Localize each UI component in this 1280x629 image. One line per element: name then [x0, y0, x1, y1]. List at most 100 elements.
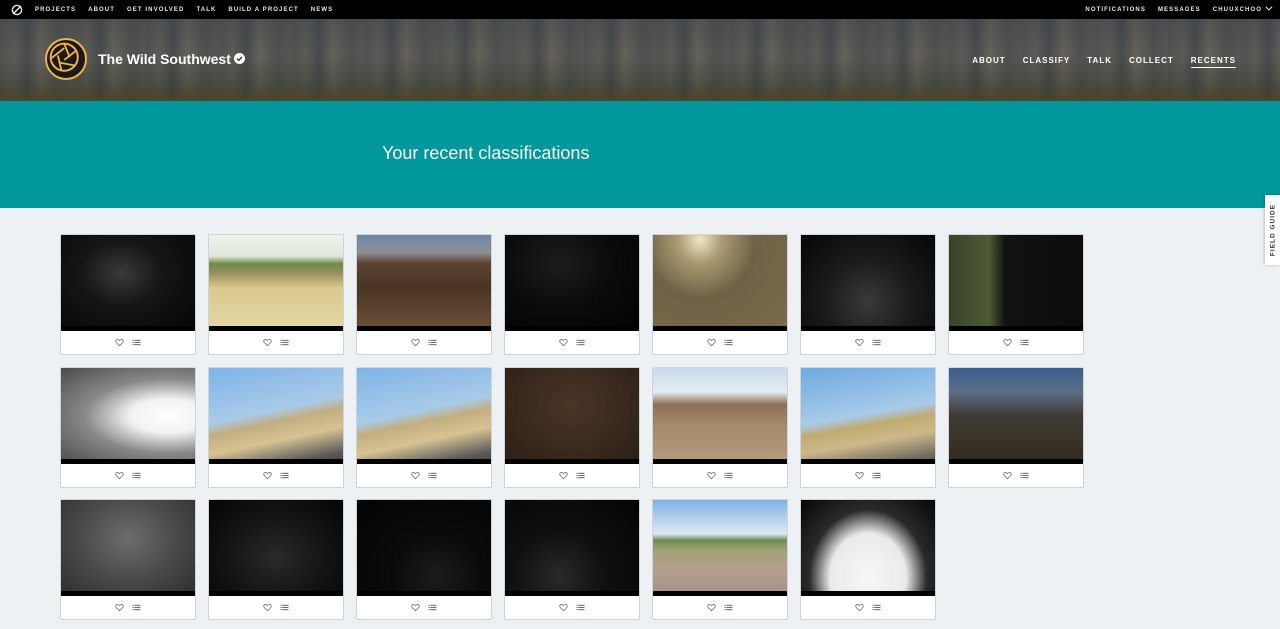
- classification-thumbnail[interactable]: [357, 500, 491, 596]
- project-nav-about[interactable]: ABOUT: [972, 56, 1005, 68]
- classification-thumbnail[interactable]: [357, 368, 491, 464]
- heart-icon[interactable]: [1003, 471, 1012, 480]
- list-icon[interactable]: [724, 471, 733, 480]
- list-icon[interactable]: [428, 471, 437, 480]
- site-nav-build-a-project[interactable]: BUILD A PROJECT: [228, 7, 298, 13]
- list-icon[interactable]: [576, 603, 585, 612]
- heart-icon[interactable]: [115, 338, 124, 347]
- list-icon[interactable]: [428, 603, 437, 612]
- heart-icon[interactable]: [707, 603, 716, 612]
- list-icon[interactable]: [1020, 338, 1029, 347]
- list-icon[interactable]: [132, 471, 141, 480]
- list-icon[interactable]: [132, 603, 141, 612]
- classification-card[interactable]: [60, 367, 196, 488]
- list-icon[interactable]: [280, 603, 289, 612]
- classification-card[interactable]: [356, 499, 492, 620]
- classification-thumbnail[interactable]: [357, 235, 491, 331]
- site-nav-projects[interactable]: PROJECTS: [35, 7, 76, 13]
- classification-card[interactable]: [60, 499, 196, 620]
- classification-card[interactable]: [208, 234, 344, 355]
- classification-card[interactable]: [504, 367, 640, 488]
- list-icon[interactable]: [724, 338, 733, 347]
- card-actions: [505, 331, 639, 354]
- site-nav-about[interactable]: ABOUT: [88, 7, 115, 13]
- classification-card[interactable]: [652, 367, 788, 488]
- heart-icon[interactable]: [1003, 338, 1012, 347]
- list-icon[interactable]: [576, 471, 585, 480]
- project-nav-collect[interactable]: COLLECT: [1129, 56, 1174, 68]
- classification-card[interactable]: [60, 234, 196, 355]
- list-icon[interactable]: [724, 603, 733, 612]
- classification-thumbnail[interactable]: [801, 368, 935, 464]
- heart-icon[interactable]: [263, 471, 272, 480]
- site-nav-talk[interactable]: TALK: [196, 7, 216, 13]
- heart-icon[interactable]: [411, 338, 420, 347]
- classification-card[interactable]: [356, 234, 492, 355]
- classification-thumbnail[interactable]: [505, 235, 639, 331]
- heart-icon[interactable]: [707, 471, 716, 480]
- heart-icon[interactable]: [707, 338, 716, 347]
- heart-icon[interactable]: [263, 603, 272, 612]
- heart-icon[interactable]: [855, 603, 864, 612]
- classification-card[interactable]: [652, 499, 788, 620]
- classification-card[interactable]: [800, 499, 936, 620]
- heart-icon[interactable]: [115, 603, 124, 612]
- messages-link[interactable]: MESSAGES: [1158, 7, 1201, 13]
- heart-icon[interactable]: [855, 338, 864, 347]
- list-icon[interactable]: [428, 338, 437, 347]
- list-icon[interactable]: [872, 338, 881, 347]
- list-icon[interactable]: [872, 471, 881, 480]
- heart-icon[interactable]: [559, 471, 568, 480]
- classification-thumbnail[interactable]: [61, 368, 195, 464]
- classification-card[interactable]: [948, 367, 1084, 488]
- heart-icon[interactable]: [559, 338, 568, 347]
- zooniverse-logo-icon[interactable]: [11, 4, 23, 16]
- classification-thumbnail[interactable]: [653, 500, 787, 596]
- classification-card[interactable]: [800, 367, 936, 488]
- list-icon[interactable]: [872, 603, 881, 612]
- classification-card[interactable]: [800, 234, 936, 355]
- classification-card[interactable]: [504, 234, 640, 355]
- heart-icon[interactable]: [411, 471, 420, 480]
- classification-thumbnail[interactable]: [61, 500, 195, 596]
- user-menu[interactable]: CHUUXCHOO: [1213, 3, 1273, 13]
- classification-card[interactable]: [208, 499, 344, 620]
- heart-icon[interactable]: [115, 471, 124, 480]
- classification-thumbnail[interactable]: [653, 235, 787, 331]
- classification-thumbnail[interactable]: [209, 368, 343, 464]
- list-icon[interactable]: [576, 338, 585, 347]
- classification-card[interactable]: [652, 234, 788, 355]
- classification-thumbnail[interactable]: [801, 235, 935, 331]
- list-icon[interactable]: [132, 338, 141, 347]
- classification-thumbnail[interactable]: [505, 368, 639, 464]
- list-icon[interactable]: [1020, 471, 1029, 480]
- classification-thumbnail[interactable]: [949, 235, 1083, 331]
- list-icon[interactable]: [280, 471, 289, 480]
- project-nav-recents[interactable]: RECENTS: [1190, 56, 1236, 68]
- card-actions: [949, 464, 1083, 487]
- classification-thumbnail[interactable]: [209, 500, 343, 596]
- project-nav-talk[interactable]: TALK: [1087, 56, 1112, 68]
- classification-thumbnail[interactable]: [61, 235, 195, 331]
- notifications-link[interactable]: NOTIFICATIONS: [1085, 7, 1146, 13]
- heart-icon[interactable]: [559, 603, 568, 612]
- project-title[interactable]: The Wild Southwest: [98, 51, 231, 67]
- heart-icon[interactable]: [263, 338, 272, 347]
- field-guide-tab[interactable]: FIELD GUIDE: [1265, 195, 1280, 265]
- classification-thumbnail[interactable]: [801, 500, 935, 596]
- classification-thumbnail[interactable]: [949, 368, 1083, 464]
- site-nav-news[interactable]: NEWS: [311, 7, 333, 13]
- classification-card[interactable]: [948, 234, 1084, 355]
- classification-card[interactable]: [208, 367, 344, 488]
- classification-thumbnail[interactable]: [505, 500, 639, 596]
- classification-card[interactable]: [356, 367, 492, 488]
- site-nav-get-involved[interactable]: GET INVOLVED: [127, 7, 184, 13]
- project-nav-classify[interactable]: CLASSIFY: [1023, 56, 1071, 68]
- classification-card[interactable]: [504, 499, 640, 620]
- list-icon[interactable]: [280, 338, 289, 347]
- heart-icon[interactable]: [855, 471, 864, 480]
- classification-thumbnail[interactable]: [209, 235, 343, 331]
- classification-thumbnail[interactable]: [653, 368, 787, 464]
- heart-icon[interactable]: [411, 603, 420, 612]
- project-avatar[interactable]: [45, 38, 87, 80]
